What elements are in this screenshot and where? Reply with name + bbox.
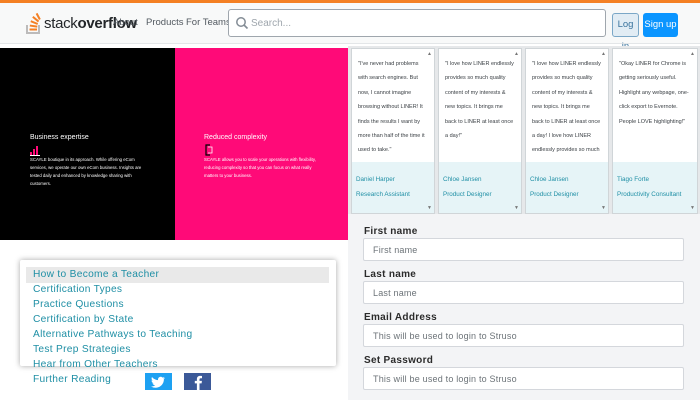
testimonials-strip: "I've never had problems with search eng… [348,46,700,214]
first-name-field[interactable]: First name [363,238,684,261]
email-field[interactable]: This will be used to login to Struso [363,324,684,347]
menu-item-hear-from-teachers[interactable]: Hear from Other Teachers [33,359,158,370]
testimonial-card: "I love how LINER endlessly provides so … [438,48,522,214]
email-label: Email Address [364,312,438,323]
scroll-up-arrow[interactable]: ▲ [426,51,433,58]
menu-item-how-to-become[interactable]: How to Become a Teacher [33,269,159,280]
testimonial-quote: "I love how LINER endlessly provides so … [532,61,601,168]
scroll-down-arrow[interactable]: ▼ [689,205,696,212]
testimonial-role: Research Assistant [356,191,410,198]
stack-logo-icon [26,12,41,34]
promo-panel-business: Business expertise SCAYLE boutique in it… [0,48,175,240]
search-icon [236,17,249,30]
testimonial-quote: "Okay LINER for Chrome is getting seriou… [619,61,689,125]
promo-body: SCAYLE allows you to scale your operatio… [204,157,316,178]
bracket-icon [205,144,213,156]
field-placeholder: Last name [373,288,417,298]
menu-item-certification-types[interactable]: Certification Types [33,284,122,295]
nav-products[interactable]: Products [146,17,184,28]
testimonial-role: Product Designer [443,191,492,198]
nav-about[interactable]: About [113,17,138,28]
testimonial-footer [439,162,521,213]
menu-item-practice-questions[interactable]: Practice Questions [33,299,124,310]
testimonial-role: Product Designer [530,191,579,198]
search-placeholder: Search... [251,18,292,29]
menu-item-alternative-pathways[interactable]: Alternative Pathways to Teaching [33,329,192,340]
field-placeholder: This will be used to login to Struso [373,331,517,341]
testimonial-name: Tiago Forte [617,176,649,183]
top-bar: stackoverflow About Products For Teams S… [0,3,700,52]
search-input[interactable]: Search... [228,9,606,37]
password-field[interactable]: This will be used to login to Struso [363,367,684,390]
testimonial-footer [526,162,608,213]
last-name-field[interactable]: Last name [363,281,684,304]
promo-title: Reduced complexity [204,134,268,141]
menu-item-certification-by-state[interactable]: Certification by State [33,314,134,325]
testimonial-quote: "I love how LINER endlessly provides so … [445,61,514,140]
signup-button[interactable]: Sign up [643,13,678,37]
testimonial-role: Productivity Consultant [617,191,682,198]
menu-item-test-prep[interactable]: Test Prep Strategies [33,344,131,355]
promo-title: Business expertise [30,134,89,141]
password-label: Set Password [364,355,434,366]
menu-item-further-reading[interactable]: Further Reading [33,374,111,385]
testimonial-name: Chloe Jansen [443,176,482,183]
scroll-up-arrow[interactable]: ▲ [689,51,696,58]
login-button[interactable]: Log in [612,13,639,52]
scroll-up-arrow[interactable]: ▲ [513,51,520,58]
scroll-down-arrow[interactable]: ▼ [513,205,520,212]
nav-for-teams[interactable]: For Teams [186,17,231,28]
facebook-icon[interactable] [184,373,211,390]
promo-panel-complexity: Reduced complexity SCAYLE allows you to … [175,48,348,240]
testimonial-card: "I've never had problems with search eng… [351,48,435,214]
field-placeholder: This will be used to login to Struso [373,374,517,384]
scroll-up-arrow[interactable]: ▲ [600,51,607,58]
testimonial-name: Chloe Jansen [530,176,569,183]
twitter-icon[interactable] [145,373,172,390]
bar-chart-icon [30,146,40,156]
testimonial-name: Daniel Harper [356,176,395,183]
scroll-down-arrow[interactable]: ▼ [600,205,607,212]
testimonial-card: "Okay LINER for Chrome is getting seriou… [612,48,698,214]
scroll-down-arrow[interactable]: ▼ [426,205,433,212]
testimonial-footer [352,162,434,213]
last-name-label: Last name [364,269,417,280]
testimonial-card: "I love how LINER endlessly provides so … [525,48,609,214]
testimonial-quote: "I've never had problems with search eng… [358,61,425,154]
field-placeholder: First name [373,245,418,255]
testimonial-footer [613,162,697,213]
first-name-label: First name [364,226,418,237]
promo-body: SCAYLE boutique in its approach. While o… [30,157,142,186]
